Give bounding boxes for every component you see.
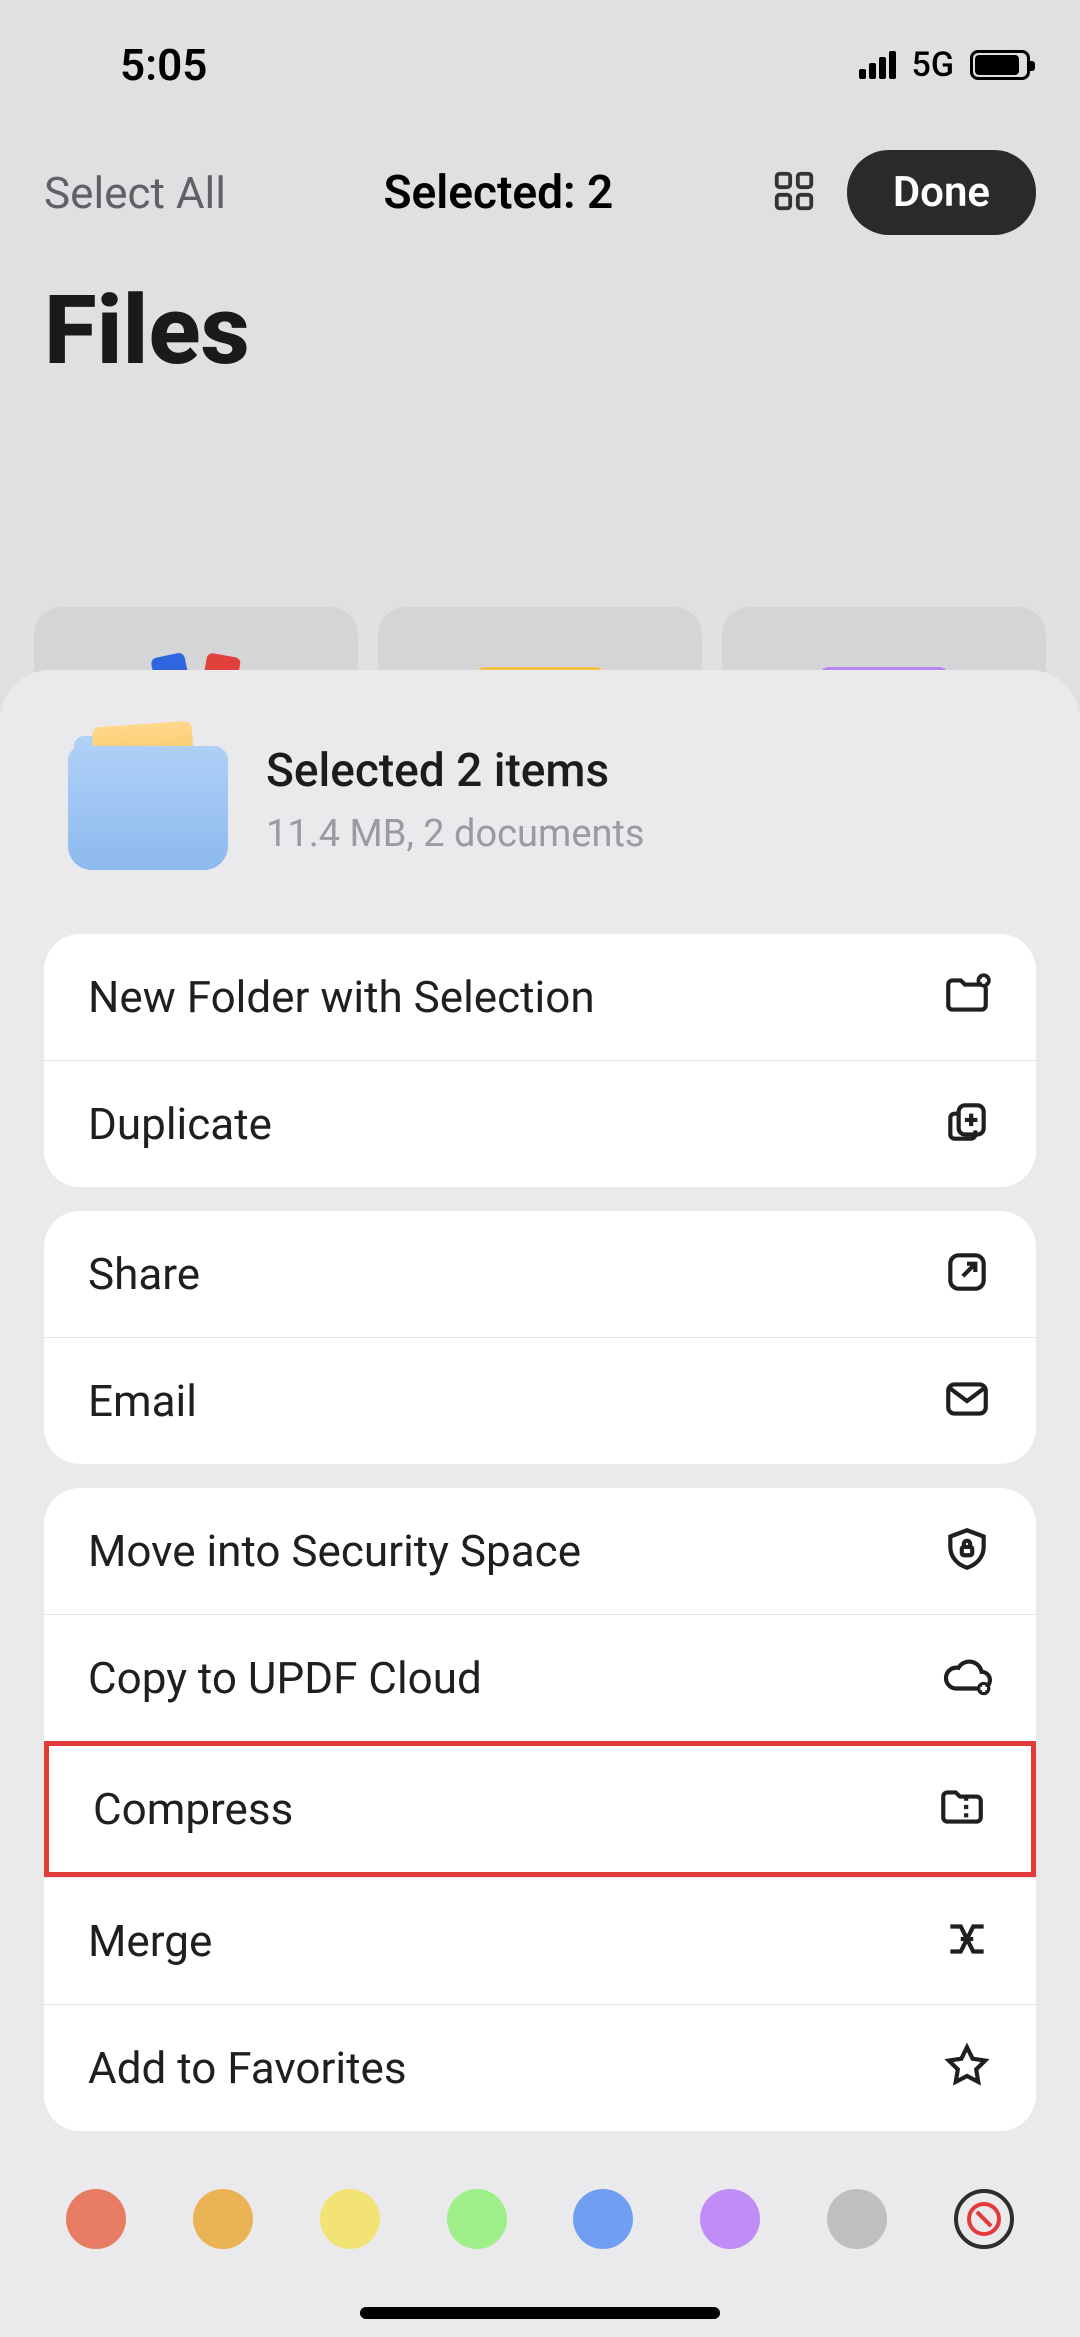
action-label: Duplicate	[88, 1098, 272, 1150]
action-label: Email	[88, 1375, 197, 1427]
selection-count: Selected: 2	[256, 166, 741, 220]
sheet-subtitle: 11.4 MB, 2 documents	[266, 812, 645, 856]
tag-color-red[interactable]	[66, 2189, 126, 2249]
selection-toolbar: Select All Selected: 2 Done	[0, 120, 1080, 245]
selection-folder-icon	[68, 730, 228, 870]
shield-lock-icon	[942, 1524, 992, 1578]
mail-icon	[942, 1374, 992, 1428]
network-label: 5G	[912, 45, 954, 85]
status-time: 5:05	[50, 39, 207, 91]
action-share[interactable]: Share	[44, 1211, 1036, 1337]
sheet-header: Selected 2 items 11.4 MB, 2 documents	[0, 670, 1080, 910]
action-duplicate[interactable]: Duplicate	[44, 1060, 1036, 1187]
action-group: Move into Security Space Copy to UPDF Cl…	[44, 1488, 1036, 2131]
grid-view-icon[interactable]	[771, 168, 817, 218]
cloud-plus-icon	[942, 1651, 992, 1705]
tag-color-gray[interactable]	[827, 2189, 887, 2249]
action-sheet: Selected 2 items 11.4 MB, 2 documents Ne…	[0, 670, 1080, 2337]
page-title: Files	[0, 245, 1080, 427]
zip-folder-icon	[937, 1782, 987, 1836]
action-group: New Folder with Selection Duplicate	[44, 934, 1036, 1187]
no-entry-icon	[967, 2202, 1001, 2236]
clear-tag-button[interactable]	[954, 2189, 1014, 2249]
tag-color-orange[interactable]	[193, 2189, 253, 2249]
folder-plus-icon	[942, 970, 992, 1024]
action-label: Compress	[93, 1783, 293, 1835]
tag-color-blue[interactable]	[573, 2189, 633, 2249]
status-right: 5G	[859, 45, 1030, 85]
merge-icon	[942, 1914, 992, 1968]
action-label: New Folder with Selection	[88, 971, 595, 1023]
sheet-title: Selected 2 items	[266, 744, 645, 798]
tag-color-green[interactable]	[447, 2189, 507, 2249]
select-all-button[interactable]: Select All	[44, 167, 226, 219]
tag-color-purple[interactable]	[700, 2189, 760, 2249]
tag-color-row	[0, 2149, 1080, 2279]
action-label: Merge	[88, 1915, 212, 1967]
status-bar: 5:05 5G	[0, 0, 1080, 120]
action-label: Move into Security Space	[88, 1525, 581, 1577]
action-security-space[interactable]: Move into Security Space	[44, 1488, 1036, 1614]
action-label: Copy to UPDF Cloud	[88, 1652, 482, 1704]
action-favorite[interactable]: Add to Favorites	[44, 2004, 1036, 2131]
action-copy-cloud[interactable]: Copy to UPDF Cloud	[44, 1614, 1036, 1741]
star-icon	[942, 2041, 992, 2095]
duplicate-icon	[942, 1097, 992, 1151]
signal-icon	[859, 51, 896, 79]
action-compress[interactable]: Compress	[44, 1741, 1036, 1877]
share-icon	[942, 1247, 992, 1301]
action-label: Share	[88, 1248, 200, 1300]
battery-icon	[970, 50, 1030, 80]
home-indicator[interactable]	[360, 2307, 720, 2319]
tag-color-yellow[interactable]	[320, 2189, 380, 2249]
action-new-folder[interactable]: New Folder with Selection	[44, 934, 1036, 1060]
done-button[interactable]: Done	[847, 150, 1036, 235]
action-merge[interactable]: Merge	[44, 1877, 1036, 2004]
action-group: Share Email	[44, 1211, 1036, 1464]
action-label: Add to Favorites	[88, 2042, 407, 2094]
action-email[interactable]: Email	[44, 1337, 1036, 1464]
